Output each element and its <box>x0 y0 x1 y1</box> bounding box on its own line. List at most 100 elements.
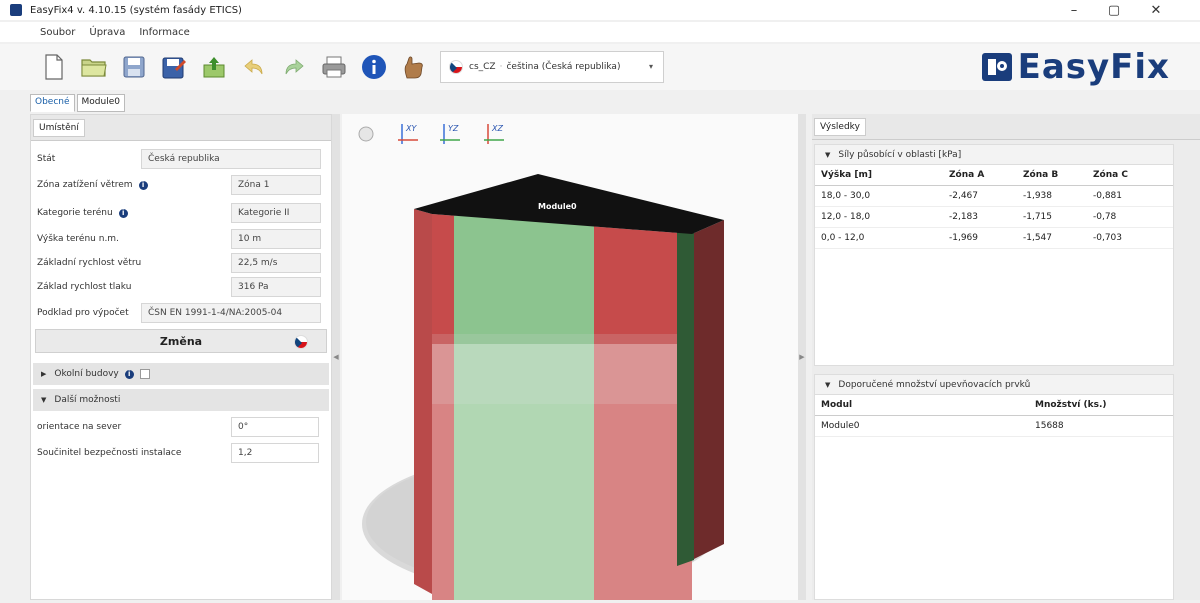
field-label-stat: Stát <box>37 154 56 164</box>
open-button[interactable] <box>78 51 110 83</box>
surrounding-checkbox[interactable] <box>139 369 150 379</box>
field-label-orientation: orientace na sever <box>37 422 122 432</box>
tab-obecne[interactable]: Obecné <box>30 94 75 112</box>
model-label: Module0 <box>538 202 577 211</box>
terrain-height-input[interactable]: 10 m <box>231 229 321 249</box>
col-module: Modul <box>821 400 853 410</box>
reset-view-icon[interactable] <box>358 126 374 142</box>
minimize-button[interactable]: – <box>1054 0 1094 20</box>
surrounding-buildings-label: Okolní budovy <box>54 369 119 379</box>
field-label-terrain-category: Kategorie terénu i <box>37 203 128 223</box>
cell-zone-c: -0,881 <box>1093 191 1123 201</box>
table-row: 12,0 - 18,0 -2,183 -1,715 -0,78 <box>815 207 1173 228</box>
3d-viewport[interactable]: XY YZ XZ Module0 <box>342 114 798 600</box>
save-icon <box>123 56 145 78</box>
cell-quantity: 15688 <box>1035 421 1064 431</box>
info-icon[interactable]: i <box>138 180 148 190</box>
cell-zone-c: -0,703 <box>1093 233 1123 243</box>
tab-umisteni[interactable]: Umístění <box>33 119 85 137</box>
field-label-pressure: Základ rychlost tlaku <box>37 282 132 292</box>
forces-section-header[interactable]: ▼ Síly působící v oblasti [kPa] <box>815 145 1173 165</box>
language-select[interactable]: cs_CZ · čeština (Česká republika) ▾ <box>440 51 664 83</box>
menu-informace[interactable]: Informace <box>139 27 189 38</box>
wind-zone-label: Zóna zatížení větrem <box>37 180 133 190</box>
terrain-category-input[interactable]: Kategorie II <box>231 203 321 223</box>
terrain-category-label: Kategorie terénu <box>37 208 113 218</box>
export-icon <box>203 57 225 78</box>
info-icon[interactable]: i <box>124 369 134 379</box>
logo-mark-icon <box>981 53 1012 81</box>
info-button[interactable] <box>358 51 390 83</box>
more-options-section[interactable]: ▼ Další možnosti <box>33 389 329 411</box>
undo-icon <box>244 59 263 75</box>
cell-zone-c: -0,78 <box>1093 212 1117 222</box>
easyfix-logo: EasyFix <box>981 44 1170 90</box>
fasteners-title: Doporučené množství upevňovacích prvků <box>838 379 1031 390</box>
save-button[interactable] <box>118 51 150 83</box>
cell-zone-b: -1,547 <box>1023 233 1053 243</box>
chevron-down-icon: ▾ <box>648 62 653 71</box>
chevron-down-icon: ▼ <box>825 150 831 159</box>
print-icon <box>322 56 346 78</box>
fasteners-section-header[interactable]: ▼ Doporučené množství upevňovacích prvků <box>815 375 1173 395</box>
cell-height: 12,0 - 18,0 <box>821 212 871 222</box>
export-button[interactable] <box>198 51 230 83</box>
help-hand-icon <box>404 56 423 79</box>
window-title: EasyFix4 v. 4.10.15 (systém fasády ETICS… <box>30 4 242 16</box>
left-panel: Umístění Stát Česká republika Zóna zatíž… <box>30 114 332 600</box>
cell-module: Module0 <box>821 421 860 431</box>
language-code: cs_CZ <box>469 62 496 72</box>
maximize-button[interactable]: ▢ <box>1094 0 1134 20</box>
undo-button[interactable] <box>238 51 270 83</box>
close-button[interactable]: ✕ <box>1136 0 1176 20</box>
title-bar: EasyFix4 v. 4.10.15 (systém fasády ETICS… <box>0 0 1200 20</box>
menu-uprava[interactable]: Úprava <box>89 27 125 38</box>
czech-flag-icon <box>449 60 463 74</box>
right-splitter[interactable]: ▶ <box>798 114 806 600</box>
czech-flag-icon <box>294 335 308 349</box>
field-label-wind-zone: Zóna zatížení větrem i <box>37 175 148 195</box>
axis-label-xy: XY <box>406 124 417 133</box>
surrounding-buildings-section[interactable]: ▶ Okolní budovy i <box>33 363 329 385</box>
tab-vysledky[interactable]: Výsledky <box>814 118 866 136</box>
menu-bar: Soubor Úprava Informace <box>0 22 1200 42</box>
more-options-label: Další možnosti <box>54 395 121 405</box>
main-tabs: Obecné Module0 <box>30 94 127 112</box>
results-panel: Výsledky ▼ Síly působící v oblasti [kPa]… <box>812 114 1200 600</box>
open-folder-icon <box>81 59 107 77</box>
col-zone-b: Zóna B <box>1023 170 1059 180</box>
results-tab-bar <box>812 114 1200 140</box>
pressure-input[interactable]: 316 Pa <box>231 277 321 297</box>
tab-module0[interactable]: Module0 <box>76 94 125 112</box>
chevron-right-icon: ▶ <box>41 370 47 378</box>
cell-zone-a: -2,467 <box>949 191 979 201</box>
left-splitter[interactable]: ◀ <box>332 114 340 600</box>
change-button[interactable]: Změna <box>35 329 327 353</box>
basis-input[interactable]: ČSN EN 1991-1-4/NA:2005-04 <box>141 303 321 323</box>
cell-height: 0,0 - 12,0 <box>821 233 865 243</box>
axis-label-yz: YZ <box>448 124 459 133</box>
forces-title: Síly působící v oblasti [kPa] <box>838 149 962 160</box>
field-label-safety-factor: Součinitel bezpečnosti instalace <box>37 448 182 458</box>
cell-height: 18,0 - 30,0 <box>821 191 871 201</box>
safety-factor-input[interactable]: 1,2 <box>231 443 319 463</box>
cell-zone-b: -1,938 <box>1023 191 1053 201</box>
wind-speed-input[interactable]: 22,5 m/s <box>231 253 321 273</box>
save-as-icon <box>162 57 186 79</box>
redo-button[interactable] <box>278 51 310 83</box>
state-input[interactable]: Česká republika <box>141 149 321 169</box>
info-icon[interactable]: i <box>118 208 128 218</box>
wind-zone-input[interactable]: Zóna 1 <box>231 175 321 195</box>
forces-section: ▼ Síly působící v oblasti [kPa] Výška [m… <box>814 144 1174 366</box>
cell-zone-a: -2,183 <box>949 212 979 222</box>
menu-soubor[interactable]: Soubor <box>40 27 75 38</box>
print-button[interactable] <box>318 51 350 83</box>
3d-scene <box>358 124 724 600</box>
language-name: čeština (Česká republika) <box>506 62 621 72</box>
table-row: Module0 15688 <box>815 416 1173 437</box>
orientation-input[interactable]: 0° <box>231 417 319 437</box>
help-button[interactable] <box>398 51 430 83</box>
new-file-button[interactable] <box>38 51 70 83</box>
save-as-button[interactable] <box>158 51 190 83</box>
info-icon <box>362 55 386 79</box>
